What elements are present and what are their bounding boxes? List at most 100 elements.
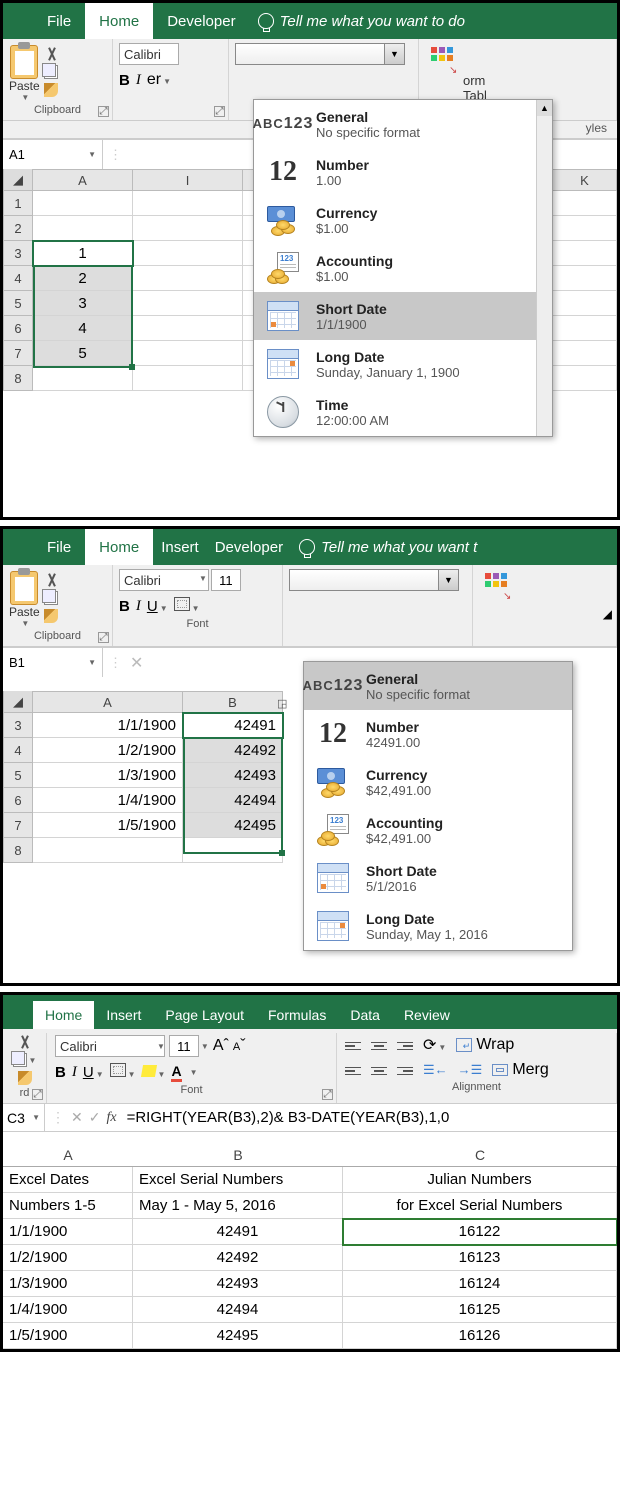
select-all[interactable]: ◢ xyxy=(3,169,33,191)
cell[interactable] xyxy=(33,838,183,863)
font-name-input[interactable] xyxy=(55,1035,165,1057)
format-option[interactable]: Short Date5/1/2016 xyxy=(304,854,572,902)
chevron-down-icon[interactable]: ▼ xyxy=(11,93,40,102)
cell[interactable]: 4 xyxy=(33,316,133,341)
name-box[interactable]: A1 ▼ xyxy=(3,140,103,169)
chevron-down-icon[interactable]: ▼ xyxy=(88,658,96,667)
row-header[interactable]: 8 xyxy=(3,838,33,863)
paste-button[interactable]: Paste ▼ xyxy=(9,43,40,102)
row-header[interactable]: 8 xyxy=(3,366,33,391)
cell[interactable]: 1 xyxy=(33,241,133,266)
col-header-a[interactable]: A xyxy=(3,1144,133,1167)
fill-handle[interactable] xyxy=(129,364,135,370)
cell[interactable] xyxy=(553,341,617,366)
tab-formulas[interactable]: Formulas xyxy=(256,1001,338,1029)
name-box[interactable]: C3▼ xyxy=(3,1104,45,1131)
clipboard-launcher[interactable]: ⤢ xyxy=(98,106,109,117)
cell[interactable]: 42493 xyxy=(183,763,283,788)
cell[interactable]: 1/5/1900 xyxy=(3,1323,133,1349)
paste-button[interactable]: Paste ▼ xyxy=(9,569,40,628)
font-name-input[interactable] xyxy=(119,569,209,591)
number-format-dropdown[interactable]: ▼ xyxy=(235,43,405,65)
cell[interactable]: 1/2/1900 xyxy=(3,1245,133,1271)
cell[interactable] xyxy=(553,291,617,316)
format-painter-icon[interactable] xyxy=(44,83,58,97)
cut-icon[interactable] xyxy=(44,47,60,61)
cell[interactable] xyxy=(553,316,617,341)
tab-file[interactable]: File xyxy=(33,529,85,565)
decrease-indent-icon[interactable]: ☰← xyxy=(423,1062,448,1078)
cell[interactable] xyxy=(133,241,243,266)
tab-file[interactable]: File xyxy=(33,3,85,39)
cell[interactable]: 1/3/1900 xyxy=(33,763,183,788)
cell[interactable]: 42491 xyxy=(133,1219,343,1245)
decrease-font-icon[interactable]: Aˇ xyxy=(233,1037,246,1055)
merge-button[interactable]: Merg xyxy=(492,1061,548,1079)
cell[interactable] xyxy=(183,838,283,863)
cell[interactable]: 16126 xyxy=(343,1323,617,1349)
format-option[interactable]: Time12:00:00 AM xyxy=(254,388,552,436)
col-header-a[interactable]: A xyxy=(33,691,183,713)
cell[interactable] xyxy=(553,216,617,241)
cell[interactable]: 1/4/1900 xyxy=(3,1297,133,1323)
cell[interactable] xyxy=(133,341,243,366)
wrap-text-button[interactable]: Wrap xyxy=(456,1036,514,1054)
cell[interactable] xyxy=(133,291,243,316)
select-all[interactable]: ◢ xyxy=(3,691,33,713)
cell[interactable] xyxy=(133,216,243,241)
underline-button[interactable]: U▼ xyxy=(147,598,168,616)
format-option[interactable]: ABC123GeneralNo specific format xyxy=(254,100,552,148)
cell[interactable] xyxy=(33,216,133,241)
cell[interactable]: 16124 xyxy=(343,1271,617,1297)
font-name-input[interactable] xyxy=(119,43,179,65)
underline-button[interactable]: U▼ xyxy=(83,1064,104,1082)
cell[interactable] xyxy=(33,191,133,216)
format-option[interactable]: 12Number1.00 xyxy=(254,148,552,196)
cell[interactable] xyxy=(553,366,617,391)
cut-icon[interactable] xyxy=(17,1035,33,1049)
align-right-icon[interactable] xyxy=(397,1065,413,1076)
format-option[interactable]: Long DateSunday, January 1, 1900 xyxy=(254,340,552,388)
formula-input[interactable]: =RIGHT(YEAR(B3),2)& B3-DATE(YEAR(B3),1,0 xyxy=(123,1109,617,1126)
cell[interactable]: 42493 xyxy=(133,1271,343,1297)
cell[interactable]: 3 xyxy=(33,291,133,316)
format-painter-icon[interactable] xyxy=(18,1071,32,1085)
copy-icon[interactable] xyxy=(44,591,58,605)
cell[interactable] xyxy=(133,266,243,291)
row-header[interactable]: 7 xyxy=(3,341,33,366)
font-launcher[interactable]: ⤢ xyxy=(322,1089,333,1100)
row-header[interactable]: 5 xyxy=(3,763,33,788)
cut-icon[interactable] xyxy=(44,573,60,587)
orientation-button[interactable]: ⟳▼ xyxy=(423,1035,446,1055)
tab-developer[interactable]: Developer xyxy=(207,529,291,565)
tab-insert[interactable]: Insert xyxy=(94,1001,153,1029)
tell-me[interactable]: Tell me what you want t xyxy=(299,539,477,556)
italic-button[interactable]: I xyxy=(136,598,141,615)
fill-color-button[interactable]: ▼ xyxy=(142,1064,166,1082)
cell[interactable]: 1/4/1900 xyxy=(33,788,183,813)
align-bottom-icon[interactable] xyxy=(397,1040,413,1051)
copy-button[interactable]: ▼ xyxy=(13,1053,37,1067)
increase-indent-icon[interactable]: →☰ xyxy=(458,1062,483,1078)
clipboard-launcher[interactable]: ⤢ xyxy=(98,632,109,643)
fill-handle[interactable] xyxy=(279,850,285,856)
cell[interactable] xyxy=(133,316,243,341)
row-header[interactable]: 3 xyxy=(3,713,33,738)
cell[interactable]: 1/2/1900 xyxy=(33,738,183,763)
cell[interactable]: 42494 xyxy=(183,788,283,813)
row-header[interactable]: 1 xyxy=(3,191,33,216)
col-header-k[interactable]: K xyxy=(553,169,617,191)
align-center-icon[interactable] xyxy=(371,1065,387,1076)
tab-page-layout[interactable]: Page Layout xyxy=(153,1001,256,1029)
format-option[interactable]: Short Date1/1/1900 xyxy=(254,292,552,340)
font-color-button[interactable]: A xyxy=(171,1063,181,1082)
format-option[interactable]: ABC123GeneralNo specific format xyxy=(304,662,572,710)
cell[interactable]: 42495 xyxy=(183,813,283,838)
scrollbar[interactable]: ▲ xyxy=(536,100,552,436)
format-option[interactable]: Currency$1.00 xyxy=(254,196,552,244)
row-header[interactable]: 7 xyxy=(3,813,33,838)
tell-me[interactable]: Tell me what you want to do xyxy=(258,13,465,30)
row-header[interactable]: 6 xyxy=(3,788,33,813)
italic-button[interactable]: I xyxy=(136,72,141,89)
tab-home[interactable]: Home xyxy=(33,1001,94,1029)
